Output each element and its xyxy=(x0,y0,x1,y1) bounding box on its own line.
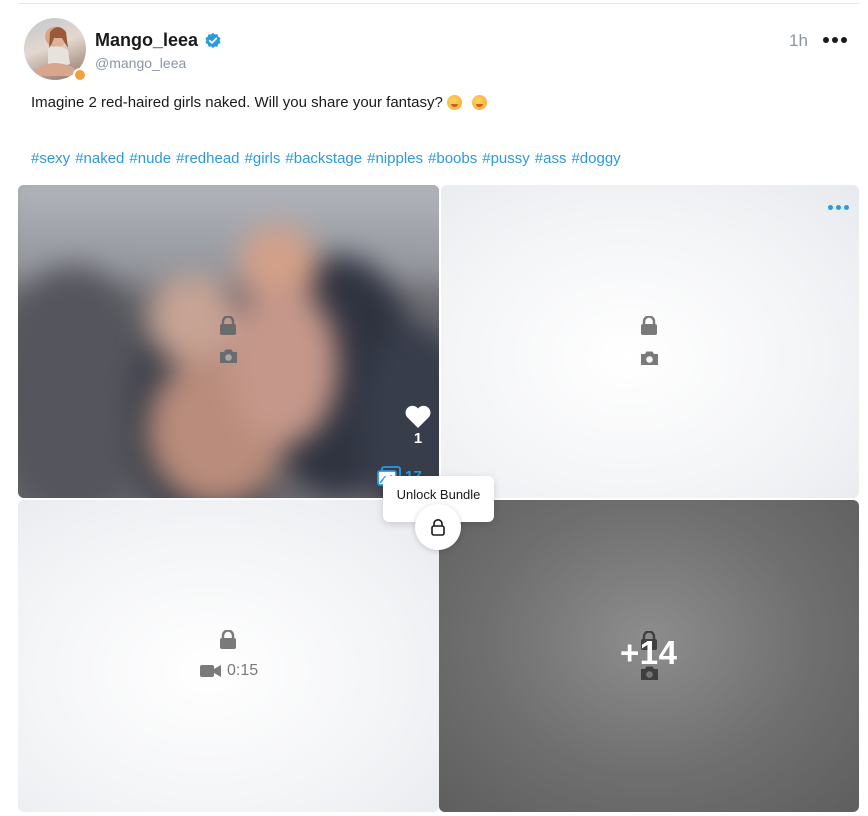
media-tile-locked-video[interactable] xyxy=(18,500,439,812)
hashtag-link[interactable]: #redhead xyxy=(176,150,239,167)
video-duration-row: 0:15 xyxy=(200,662,258,680)
tooltip-text: Unlock Bundle xyxy=(396,487,481,502)
more-media-count: +14 xyxy=(620,634,678,671)
hashtag-link[interactable]: #boobs xyxy=(428,150,477,167)
lock-icon xyxy=(220,630,236,649)
dot xyxy=(828,205,833,210)
hashtag-link[interactable]: #girls xyxy=(245,150,281,167)
hashtag-link[interactable]: #backstage xyxy=(285,150,362,167)
hashtag-link[interactable]: #pussy xyxy=(482,150,530,167)
post-time: 1h xyxy=(789,31,808,50)
post-options-button[interactable] xyxy=(823,30,849,50)
hashtag-link[interactable]: #nipples xyxy=(367,150,423,167)
caption-text: Imagine 2 red-haired girls naked. Will y… xyxy=(31,94,443,111)
unlock-icon xyxy=(431,518,445,536)
camera-icon xyxy=(641,351,658,365)
dot xyxy=(823,37,829,43)
post-caption: Imagine 2 red-haired girls naked. Will y… xyxy=(31,94,487,111)
hashtag-link[interactable]: #naked xyxy=(75,150,124,167)
dot xyxy=(836,205,841,210)
dot xyxy=(844,205,849,210)
unlock-bundle-button[interactable] xyxy=(415,504,461,550)
dot xyxy=(841,37,847,43)
hashtag-link[interactable]: #ass xyxy=(535,150,567,167)
video-camera-icon xyxy=(200,665,221,677)
hashtag-link[interactable]: #nude xyxy=(129,150,171,167)
hashtag-list: #sexy #naked #nude #redhead #girls #back… xyxy=(31,150,621,167)
hashtag-link[interactable]: #doggy xyxy=(571,150,620,167)
face-with-hand-over-mouth-emoji xyxy=(471,95,487,110)
dot xyxy=(832,37,838,43)
media-options-button[interactable] xyxy=(828,205,849,210)
top-divider xyxy=(18,3,860,4)
verified-badge-icon xyxy=(205,32,221,48)
blurred-preview-image xyxy=(18,185,439,498)
online-status-dot xyxy=(73,68,87,82)
hashtag-link[interactable]: #sexy xyxy=(31,150,70,167)
author-display-name[interactable]: Mango_leea xyxy=(95,30,198,51)
media-tile-locked-photo[interactable] xyxy=(441,185,859,498)
author-handle[interactable]: @mango_leea xyxy=(95,55,186,71)
lock-icon xyxy=(220,316,236,335)
lock-icon xyxy=(641,316,657,335)
like-count: 1 xyxy=(413,430,423,447)
author-name-row[interactable]: Mango_leea xyxy=(95,30,222,51)
video-duration: 0:15 xyxy=(227,662,259,679)
drooling-face-emoji xyxy=(446,95,462,110)
media-tile-blurred-photo[interactable] xyxy=(18,185,439,498)
camera-icon xyxy=(220,349,237,363)
heart-icon[interactable] xyxy=(404,405,432,429)
